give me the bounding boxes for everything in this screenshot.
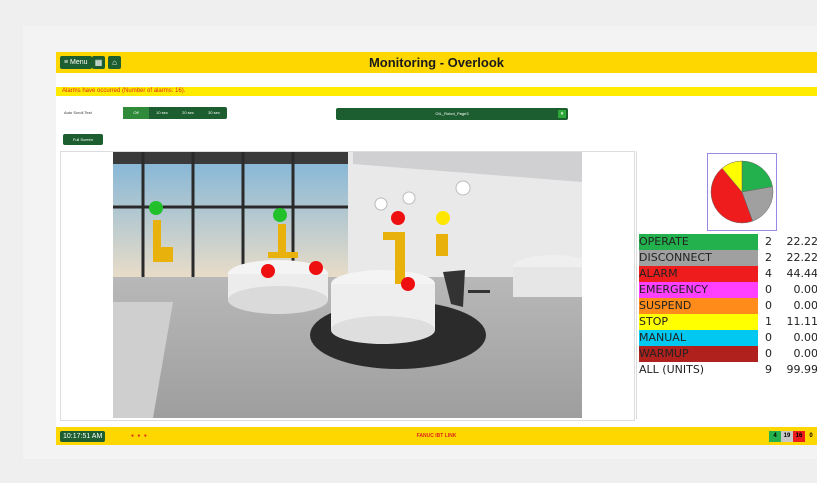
status-name: MANUAL <box>639 330 759 346</box>
count-badge: 0 <box>805 431 817 442</box>
status-percent: 44.44 <box>786 267 817 280</box>
status-pie-chart[interactable] <box>707 153 777 231</box>
monitoring-app: ≡ Menu ▦ ⌂ Monitoring - Overlook Alarms … <box>56 52 817 445</box>
status-name: SUSPEND <box>639 298 759 314</box>
status-name: ALARM <box>639 266 759 282</box>
robot-status-light[interactable] <box>309 261 323 275</box>
status-percent: 99.99 <box>786 363 817 376</box>
page-select[interactable]: OIL_Robot_Page3 ▾ <box>336 108 568 120</box>
interval-option[interactable]: 20 sec <box>175 107 201 119</box>
status-count: 1 <box>764 315 772 328</box>
status-percent: 0.00 <box>793 283 817 296</box>
factory-scene-graphic <box>113 152 582 418</box>
status-percent: 0.00 <box>793 299 817 312</box>
pie-svg <box>710 160 774 224</box>
status-row: DISCONNECT 2 22.22 <box>639 250 817 266</box>
count-badge: 16 <box>793 431 805 442</box>
chevron-down-icon[interactable]: ▾ <box>558 110 566 118</box>
factory-3d-view[interactable] <box>113 152 582 418</box>
status-row: MANUAL 0 0.00 <box>639 330 817 346</box>
status-percent: 11.11 <box>786 315 817 328</box>
interval-option[interactable]: 30 sec <box>201 107 227 119</box>
status-name: ALL (UNITS) <box>639 362 759 378</box>
status-count: 4 <box>764 267 772 280</box>
status-name: EMERGENCY <box>639 282 759 298</box>
status-table: OPERATE 2 22.22 DISCONNECT 2 22.22 ALARM 4 44.44… <box>639 234 817 378</box>
count-badge: 19 <box>781 431 793 442</box>
summary-counts: 4 19 16 0 <box>769 431 817 442</box>
bottom-bar: 10:17:51 AM ● ● ● FANUC IBT LINK 4 19 16 0 <box>56 427 817 445</box>
status-count: 2 <box>764 251 772 264</box>
status-row: WARMUP 0 0.00 <box>639 346 817 362</box>
status-count: 9 <box>764 363 772 376</box>
status-percent: 22.22 <box>786 251 817 264</box>
page-title: Monitoring - Overlook <box>368 55 505 70</box>
status-row: OPERATE 2 22.22 <box>639 234 817 250</box>
alarm-banner[interactable]: Alarms have occurred (Number of alarms: … <box>56 87 817 96</box>
status-row: EMERGENCY 0 0.00 <box>639 282 817 298</box>
page-select-value: OIL_Robot_Page3 <box>435 111 469 116</box>
interval-selector: Off 10 sec 20 sec 30 sec <box>123 107 227 119</box>
status-row: SUSPEND 0 0.00 <box>639 298 817 314</box>
status-percent: 22.22 <box>786 235 817 248</box>
status-row: STOP 1 11.11 <box>639 314 817 330</box>
status-count: 0 <box>764 347 772 360</box>
robot-status-light[interactable] <box>149 201 163 215</box>
robot-status-light[interactable] <box>436 211 450 225</box>
robot-status-light[interactable] <box>261 264 275 278</box>
status-percent: 0.00 <box>793 331 817 344</box>
interval-option[interactable]: Off <box>123 107 149 119</box>
count-badge: 4 <box>769 431 781 442</box>
robot-status-light[interactable] <box>391 211 405 225</box>
brand-label: FANUC IBT LINK <box>416 433 457 439</box>
status-name: STOP <box>639 314 759 330</box>
status-count: 2 <box>764 235 772 248</box>
status-name: DISCONNECT <box>639 250 759 266</box>
status-name: WARMUP <box>639 346 759 362</box>
robot-status-light[interactable] <box>401 277 415 291</box>
robot-status-light[interactable] <box>273 208 287 222</box>
status-count: 0 <box>764 331 772 344</box>
status-percent: 0.00 <box>793 347 817 360</box>
interval-option[interactable]: 10 sec <box>149 107 175 119</box>
top-bar: ≡ Menu ▦ ⌂ Monitoring - Overlook <box>56 52 817 73</box>
status-row: ALARM 4 44.44 <box>639 266 817 282</box>
full-screen-button[interactable]: Full Screen <box>63 134 103 145</box>
screenshot-root: ≡ Menu ▦ ⌂ Monitoring - Overlook Alarms … <box>0 0 817 483</box>
status-count: 0 <box>764 283 772 296</box>
status-count: 0 <box>764 299 772 312</box>
status-name: OPERATE <box>639 234 759 250</box>
status-summary-panel: OPERATE 2 22.22 DISCONNECT 2 22.22 ALARM 4 44.44… <box>636 151 817 419</box>
status-row: ALL (UNITS) 9 99.99 <box>639 362 817 378</box>
auto-scroll-label: Auto Scroll Test <box>64 110 92 115</box>
